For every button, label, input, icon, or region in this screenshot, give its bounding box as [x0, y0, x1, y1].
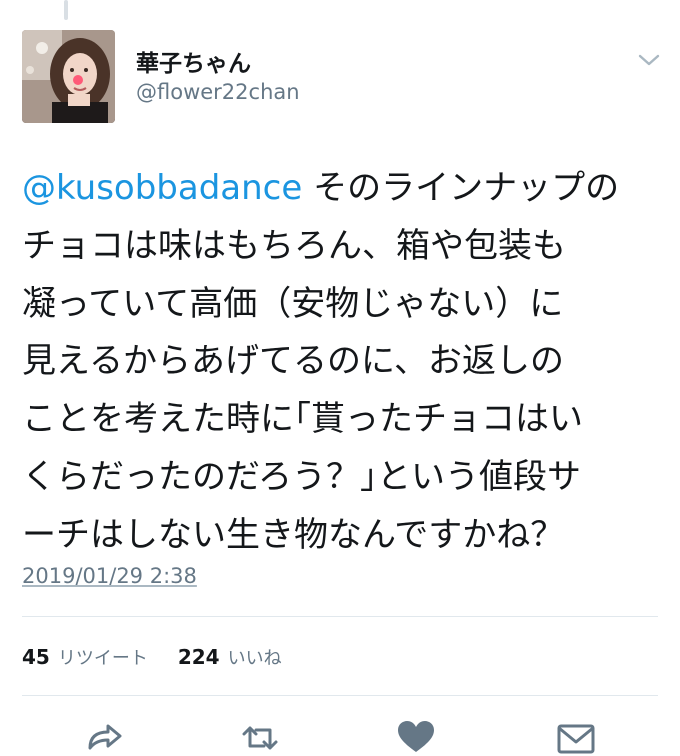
retweet-icon[interactable]: [240, 720, 280, 756]
tweet-text-line: くらだったのだろう？｣という値段サ: [22, 456, 581, 497]
tweet-detail: 華子ちゃん @flower22chan @kusobbadance そのラインナ…: [0, 0, 680, 756]
tweet-text-line: 凝っていて高価（安物じゃない）に: [22, 283, 564, 324]
tweet-text-line: チョコは味はもちろん、箱や包装も: [22, 225, 566, 266]
divider: [22, 616, 658, 617]
tweet-text-line: ことを考えた時に｢貰ったチョコはい: [22, 399, 583, 440]
divider: [22, 695, 658, 696]
avatar[interactable]: [22, 30, 115, 123]
tweet-text-line: そのラインナップの: [302, 168, 620, 208]
chevron-down-icon[interactable]: [638, 52, 660, 68]
like-label[interactable]: いいね: [228, 644, 282, 670]
reply-icon[interactable]: [84, 720, 124, 756]
tweet-text-line: 見えるからあげてるのに、お返しの: [22, 341, 564, 382]
retweet-label[interactable]: リツイート: [58, 644, 148, 670]
tweet-text-line: ーチはしない生き物なんですかね？: [22, 514, 565, 555]
mention-link[interactable]: @kusobbadance: [22, 168, 302, 208]
avatar-photo: [22, 30, 115, 123]
user-handle[interactable]: @flower22chan: [136, 80, 300, 104]
display-name[interactable]: 華子ちゃん: [136, 44, 251, 78]
envelope-icon[interactable]: [556, 720, 596, 756]
thread-connector-line: [64, 0, 68, 20]
heart-icon[interactable]: [396, 720, 436, 756]
tweet-timestamp[interactable]: 2019/01/29 2:38: [22, 564, 197, 588]
tweet-text: @kusobbadance そのラインナップの チョコは味はもちろん、箱や包装も…: [22, 160, 662, 565]
retweet-count[interactable]: 45: [22, 645, 50, 669]
engagement-stats: 45 リツイート 224 いいね: [22, 644, 282, 670]
like-count[interactable]: 224: [178, 645, 220, 669]
